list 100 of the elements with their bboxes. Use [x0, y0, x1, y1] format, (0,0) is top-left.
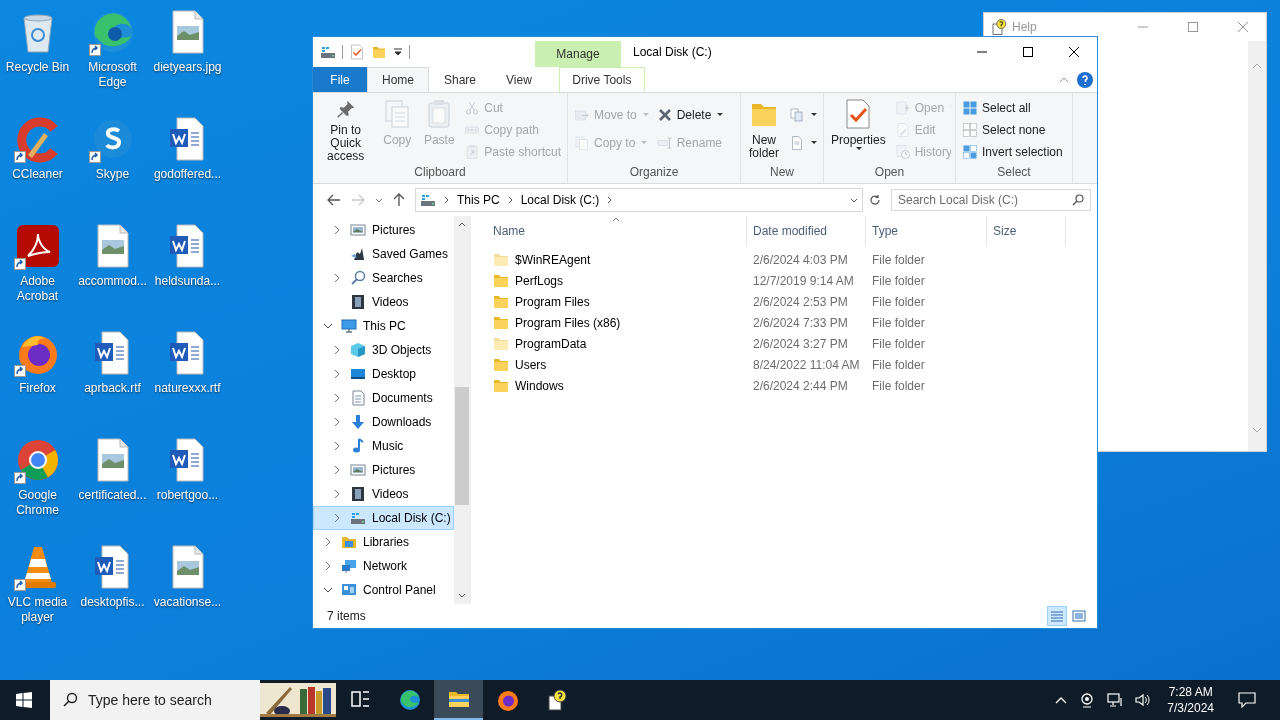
desktop-icon-label[interactable]: naturexxx.rtf [150, 381, 225, 396]
file-name[interactable]: Program Files (x86) [515, 315, 621, 330]
desktop-icon-label[interactable]: robertgoo... [150, 488, 225, 503]
tree-item[interactable]: Videos [313, 482, 454, 506]
desktop-icon-label[interactable]: Firefox [0, 381, 75, 396]
desktop-icon-label[interactable]: Adobe Acrobat [0, 274, 75, 304]
chevron-up-icon[interactable] [1055, 696, 1068, 704]
back-arrow-icon[interactable] [327, 194, 341, 206]
tree-item[interactable]: Desktop [313, 362, 454, 386]
column-header[interactable]: Date modified [747, 216, 866, 246]
maximize-icon[interactable] [1023, 47, 1033, 57]
column-header[interactable]: Size [987, 216, 1066, 246]
ribbon-button[interactable]: Delete [654, 106, 726, 124]
tree-item[interactable]: Pictures [313, 218, 454, 242]
speaker-icon[interactable] [1135, 692, 1152, 708]
chevron-down-icon[interactable] [375, 197, 383, 203]
ribbon-button[interactable]: Pin to Quick access [317, 96, 375, 165]
checkmark-document-icon[interactable] [349, 44, 365, 60]
chevron-right-icon[interactable] [507, 196, 513, 204]
chevron-right-icon[interactable] [334, 441, 340, 451]
desktop-icon-label[interactable]: Skype [75, 167, 150, 182]
up-arrow-icon[interactable] [393, 193, 405, 207]
chevron-right-icon[interactable] [607, 196, 613, 204]
ribbon-button[interactable]: Properties [828, 96, 889, 165]
search-field[interactable]: Search Local Disk (C:) [891, 189, 1091, 211]
file-name[interactable]: Windows [515, 378, 564, 393]
ribbon-tab[interactable]: Share [429, 67, 492, 92]
tree-item[interactable]: Pictures [313, 458, 454, 482]
tree-item[interactable]: Downloads [313, 410, 454, 434]
refresh-icon[interactable] [869, 194, 881, 206]
tree-item[interactable]: 3D Objects [313, 338, 454, 362]
clock-date[interactable]: 7/3/2024 [1167, 700, 1214, 716]
chevron-right-icon[interactable] [325, 561, 331, 571]
address-bar[interactable]: This PC Local Disk (C:) [415, 188, 863, 212]
chevron-right-icon[interactable] [334, 417, 340, 427]
chevron-right-icon[interactable] [334, 465, 340, 475]
desktop-icon-label[interactable]: heldsunda... [150, 274, 225, 289]
desktop-icon-label[interactable]: CCleaner [0, 167, 75, 182]
tree-item[interactable]: This PC [313, 314, 454, 338]
column-header[interactable]: Name [487, 216, 747, 246]
chevron-down-icon[interactable] [323, 323, 333, 329]
tree-item[interactable]: Videos [313, 290, 454, 314]
webcam-icon[interactable] [1079, 692, 1096, 708]
desktop-icon-label[interactable]: desktopfis... [75, 595, 150, 610]
chevron-right-icon[interactable] [334, 273, 340, 283]
tree-item[interactable]: Control Panel [313, 578, 454, 602]
scrollbar-thumb[interactable] [455, 387, 469, 505]
desktop-icon-label[interactable]: Google Chrome [0, 488, 75, 518]
help-icon[interactable] [1077, 71, 1093, 88]
chevron-right-icon[interactable] [444, 196, 449, 204]
ribbon-button[interactable]: New folder [745, 96, 783, 165]
desktop-icon-label[interactable]: Microsoft Edge [75, 60, 150, 90]
close-icon[interactable] [1069, 47, 1079, 57]
taskbar-button[interactable] [434, 680, 483, 720]
file-name[interactable]: $WinREAgent [515, 252, 591, 267]
chevron-right-icon[interactable] [334, 225, 340, 235]
desktop-icon-label[interactable]: aprback.rtf [75, 381, 150, 396]
desktop-icon-label[interactable]: VLC media player [0, 595, 75, 625]
ribbon-button[interactable]: Invert selection [960, 143, 1065, 161]
clock-time[interactable]: 7:28 AM [1168, 684, 1213, 700]
desktop-icon-label[interactable]: godoffered... [150, 167, 225, 182]
desktop-icon-label[interactable]: certificated... [75, 488, 150, 503]
tree-item[interactable]: Documents [313, 386, 454, 410]
tree-item[interactable]: Music [313, 434, 454, 458]
dropdown-icon[interactable] [393, 47, 403, 57]
breadcrumb[interactable]: Local Disk (C:) [520, 193, 600, 207]
scroll-down-icon[interactable] [458, 593, 466, 598]
chevron-right-icon[interactable] [334, 369, 340, 379]
column-header[interactable]: Type [866, 216, 987, 246]
chevron-down-icon[interactable] [850, 197, 858, 203]
tree-item[interactable]: Libraries [313, 530, 454, 554]
ribbon-button[interactable]: Select all [960, 99, 1065, 117]
tree-item[interactable]: Network [313, 554, 454, 578]
chevron-right-icon[interactable] [334, 489, 340, 499]
scroll-up-icon[interactable] [458, 222, 466, 227]
scrollbar[interactable] [454, 216, 470, 604]
file-name[interactable]: Users [515, 357, 547, 372]
tree-item[interactable]: Searches [313, 266, 454, 290]
desktop-icon-label[interactable]: dietyears.jpg [150, 60, 225, 75]
chevron-right-icon[interactable] [334, 393, 340, 403]
windows-start-icon[interactable] [16, 692, 32, 708]
tree-item[interactable]: Local Disk (C:) [313, 506, 454, 530]
chevron-down-icon[interactable] [323, 587, 333, 593]
chevron-right-icon[interactable] [334, 513, 340, 523]
chevron-right-icon[interactable] [334, 345, 340, 355]
desktop-icon-label[interactable]: Recycle Bin [0, 60, 75, 75]
ribbon-tab[interactable]: File [313, 67, 367, 92]
file-name[interactable]: PerfLogs [515, 273, 564, 288]
notification-icon[interactable] [1238, 692, 1256, 708]
breadcrumb[interactable]: This PC [457, 193, 500, 207]
network-icon[interactable] [1107, 692, 1124, 708]
collapse-ribbon-icon[interactable] [1059, 76, 1069, 83]
taskbar-search-field[interactable]: Type here to search [50, 680, 260, 720]
file-name[interactable]: ProgramData [515, 336, 587, 351]
desktop-icon-label[interactable]: accommod... [75, 274, 150, 289]
tree-item[interactable]: Saved Games [313, 242, 454, 266]
ribbon-tab[interactable]: View [491, 67, 547, 92]
ribbon-button[interactable]: Select none [960, 121, 1065, 139]
ribbon-tab[interactable]: Home [367, 67, 429, 92]
desktop-icon-label[interactable]: vacationse... [150, 595, 225, 610]
